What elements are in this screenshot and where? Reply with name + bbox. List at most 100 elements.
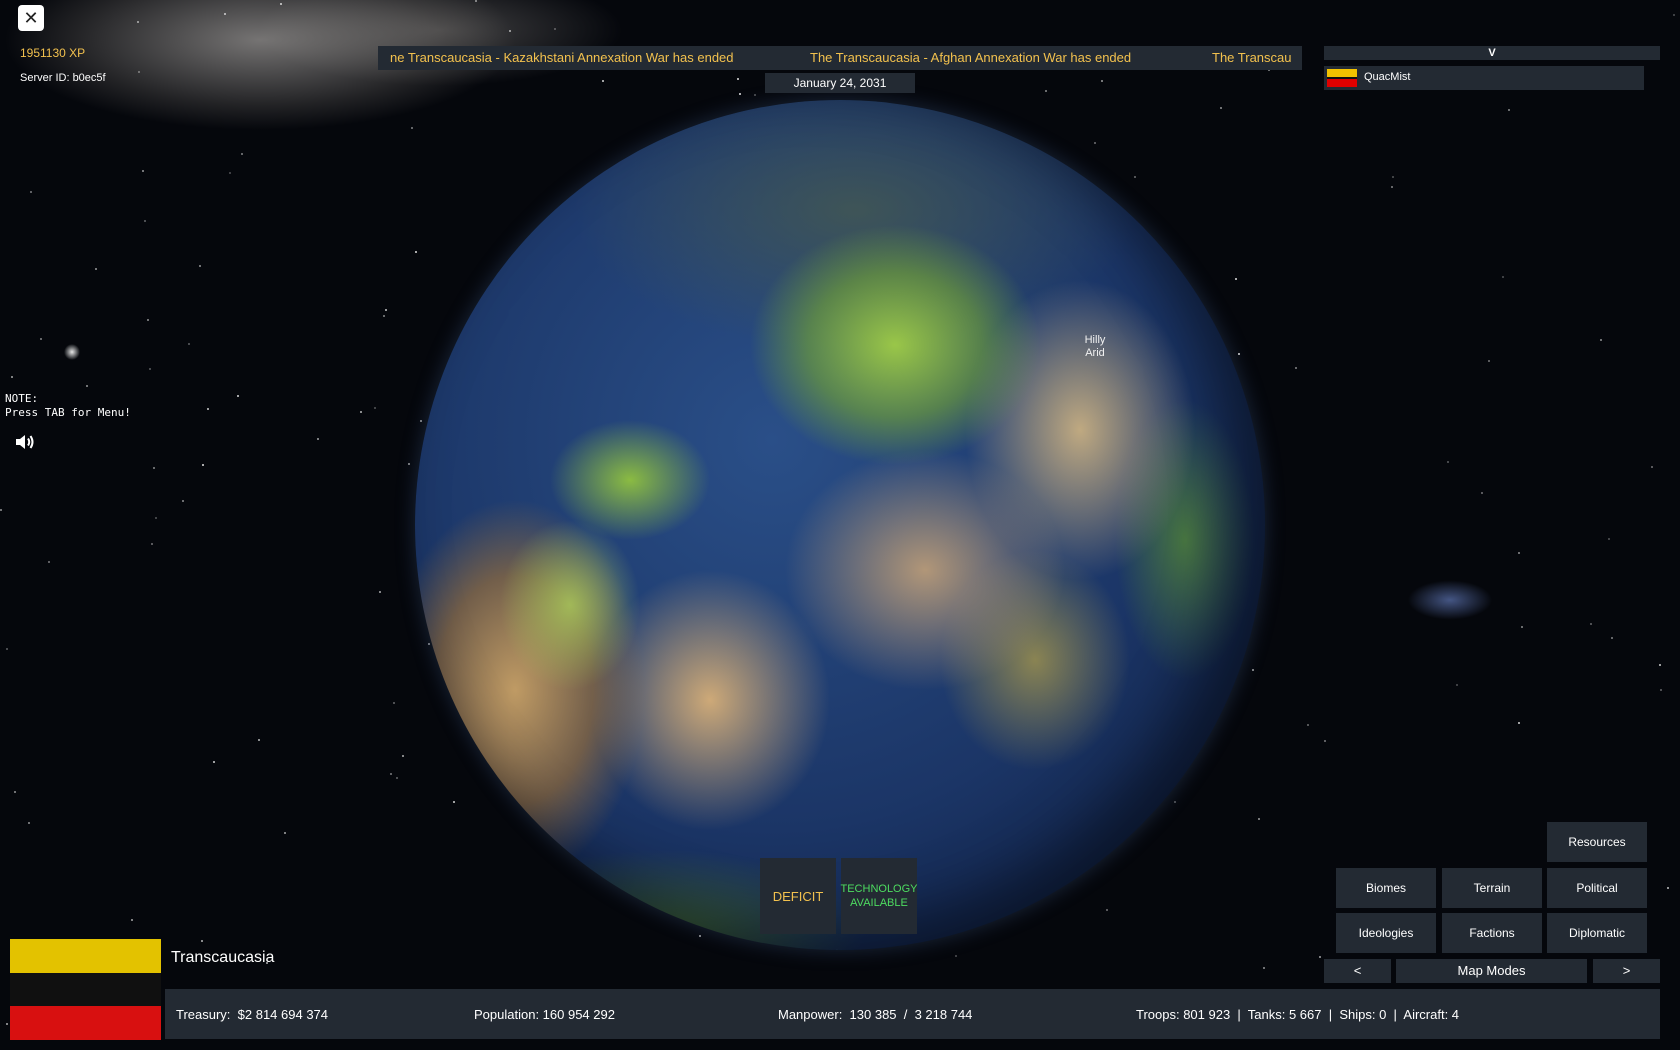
star — [138, 71, 140, 73]
star — [1518, 552, 1520, 554]
country-flag — [10, 939, 161, 1040]
star — [147, 319, 149, 321]
star — [1608, 538, 1610, 540]
star — [6, 648, 8, 650]
star — [1106, 909, 1108, 911]
star — [737, 78, 739, 80]
star — [151, 543, 153, 545]
technology-label-line1: TECHNOLOGY — [840, 883, 918, 895]
star — [144, 220, 146, 222]
star — [137, 21, 139, 23]
star — [1521, 626, 1523, 628]
star — [390, 773, 392, 775]
star — [1235, 278, 1237, 280]
terrain-label-line1: Hilly — [1084, 334, 1106, 346]
terrain-label-line2: Arid — [1085, 347, 1105, 359]
star — [182, 500, 184, 502]
star — [1518, 722, 1520, 724]
star — [1319, 956, 1321, 958]
map-mode-factions[interactable]: Factions — [1442, 913, 1542, 953]
star — [95, 268, 97, 270]
star — [374, 407, 376, 409]
star — [0, 509, 2, 511]
star — [241, 153, 243, 155]
military-stat: Troops: 801 923 | Tanks: 5 667 | Ships: … — [1136, 1007, 1460, 1022]
close-button[interactable]: ✕ — [18, 5, 44, 31]
map-mode-terrain[interactable]: Terrain — [1442, 868, 1542, 908]
star — [383, 315, 385, 317]
star — [1391, 186, 1393, 188]
star — [131, 919, 133, 921]
star — [1258, 818, 1260, 820]
star — [28, 822, 30, 824]
star — [1611, 637, 1613, 639]
country-name: Transcaucasia — [171, 949, 275, 966]
star — [149, 368, 151, 370]
star — [739, 93, 741, 95]
star — [1238, 353, 1240, 355]
star — [1673, 14, 1675, 16]
close-icon: ✕ — [23, 8, 39, 28]
menu-note: NOTE: Press TAB for Menu! — [5, 392, 131, 420]
star — [1481, 492, 1483, 494]
population-stat: Population: 160 954 292 — [474, 1007, 615, 1022]
star — [153, 467, 155, 469]
deficit-alert[interactable]: DEFICIT — [760, 858, 836, 934]
star — [1659, 664, 1661, 666]
star — [402, 755, 404, 757]
map-mode-biomes[interactable]: Biomes — [1336, 868, 1436, 908]
star — [1295, 367, 1297, 369]
star — [385, 309, 387, 311]
technology-label-line2: AVAILABLE — [850, 897, 908, 909]
map-mode-political[interactable]: Political — [1547, 868, 1647, 908]
star — [1600, 339, 1602, 341]
technology-alert[interactable]: TECHNOLOGY AVAILABLE — [840, 858, 918, 934]
player-list-toggle[interactable]: V — [1324, 46, 1660, 60]
star — [1252, 669, 1254, 671]
star — [207, 408, 209, 410]
star — [1447, 461, 1449, 463]
star — [48, 561, 50, 563]
star — [14, 791, 16, 793]
deficit-label: DEFICIT — [772, 888, 824, 904]
star — [155, 517, 157, 519]
star — [1174, 801, 1176, 803]
star — [955, 955, 957, 957]
star — [213, 761, 215, 763]
star — [1456, 684, 1458, 686]
star — [237, 395, 239, 397]
xp-counter: 1951130 XP — [20, 46, 86, 60]
star — [428, 643, 430, 645]
note-title: NOTE: — [5, 392, 39, 405]
star — [360, 411, 362, 413]
star — [699, 935, 701, 937]
star — [754, 94, 756, 96]
star — [1094, 142, 1096, 144]
star — [1392, 176, 1394, 178]
map-modes-label: Map Modes — [1396, 959, 1587, 983]
speaker-icon[interactable] — [13, 430, 37, 454]
map-mode-prev-button[interactable]: < — [1324, 959, 1391, 983]
map-mode-ideologies[interactable]: Ideologies — [1336, 913, 1436, 953]
star — [1590, 623, 1592, 625]
star — [1263, 967, 1265, 969]
star — [199, 265, 201, 267]
treasury-stat: Treasury: $2 814 694 374 — [176, 1007, 329, 1022]
game-date: January 24, 2031 — [765, 73, 915, 93]
star — [1134, 176, 1136, 178]
world-globe[interactable] — [415, 100, 1265, 950]
map-mode-diplomatic[interactable]: Diplomatic — [1547, 913, 1647, 953]
map-mode-next-button[interactable]: > — [1593, 959, 1660, 983]
star — [408, 463, 410, 465]
map-mode-resources[interactable]: Resources — [1547, 822, 1647, 862]
player-name: QuacMist — [1364, 71, 1411, 83]
star — [6, 1023, 8, 1025]
star — [1667, 887, 1669, 889]
star — [229, 172, 231, 174]
star — [509, 30, 511, 32]
star — [11, 376, 13, 378]
ticker-message: ne Transcaucasia - Kazakhstani Annexatio… — [390, 50, 734, 65]
star — [420, 420, 422, 422]
player-list-item[interactable]: QuacMist — [1324, 66, 1644, 90]
star — [30, 191, 32, 193]
